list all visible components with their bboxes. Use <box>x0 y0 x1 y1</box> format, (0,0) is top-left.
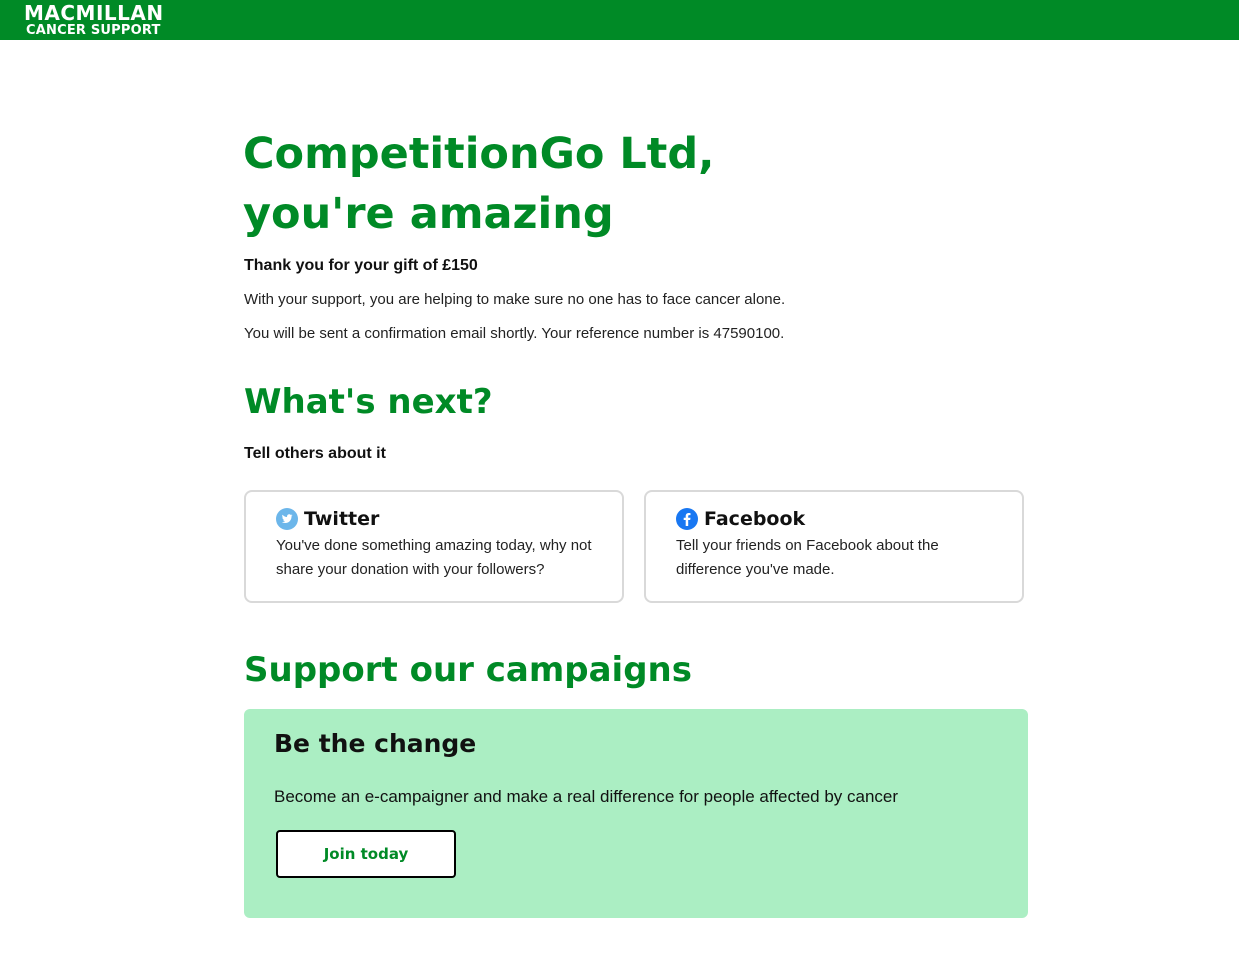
campaign-panel: Be the change Become an e-campaigner and… <box>244 709 1028 918</box>
twitter-icon <box>276 508 298 530</box>
twitter-share-card[interactable]: Twitter You've done something amazing to… <box>244 490 624 603</box>
facebook-card-header: Facebook <box>676 508 805 530</box>
heading-line-2: you're amazing <box>243 189 614 239</box>
gift-amount-text: Thank you for your gift of £150 <box>244 257 478 274</box>
thank-you-heading: CompetitionGo Ltd, you're amazing <box>243 124 943 244</box>
campaign-panel-text: Become an e-campaigner and make a real d… <box>274 787 899 806</box>
facebook-card-text: Tell your friends on Facebook about the … <box>676 537 939 578</box>
twitter-card-text: You've done something amazing today, why… <box>276 537 592 578</box>
facebook-share-card[interactable]: Facebook Tell your friends on Facebook a… <box>644 490 1024 603</box>
facebook-icon <box>676 508 698 530</box>
confirmation-text: You will be sent a confirmation email sh… <box>244 325 785 342</box>
logo-tagline: CANCER SUPPORT <box>26 23 161 38</box>
tell-others-text: Tell others about it <box>244 445 386 462</box>
macmillan-logo[interactable]: MACMILLAN CANCER SUPPORT <box>24 3 164 37</box>
whats-next-heading: What's next? <box>244 382 493 422</box>
logo-wordmark: MACMILLAN <box>24 1 164 25</box>
twitter-card-title: Twitter <box>304 508 380 530</box>
campaign-panel-title: Be the change <box>274 729 477 758</box>
header-bar: MACMILLAN CANCER SUPPORT <box>0 0 1239 40</box>
facebook-card-title: Facebook <box>704 508 806 530</box>
support-text: With your support, you are helping to ma… <box>244 291 786 308</box>
join-today-button[interactable]: Join today <box>276 830 456 878</box>
campaigns-heading: Support our campaigns <box>244 650 692 690</box>
twitter-card-header: Twitter <box>276 508 379 530</box>
heading-line-1: CompetitionGo Ltd, <box>243 129 715 179</box>
